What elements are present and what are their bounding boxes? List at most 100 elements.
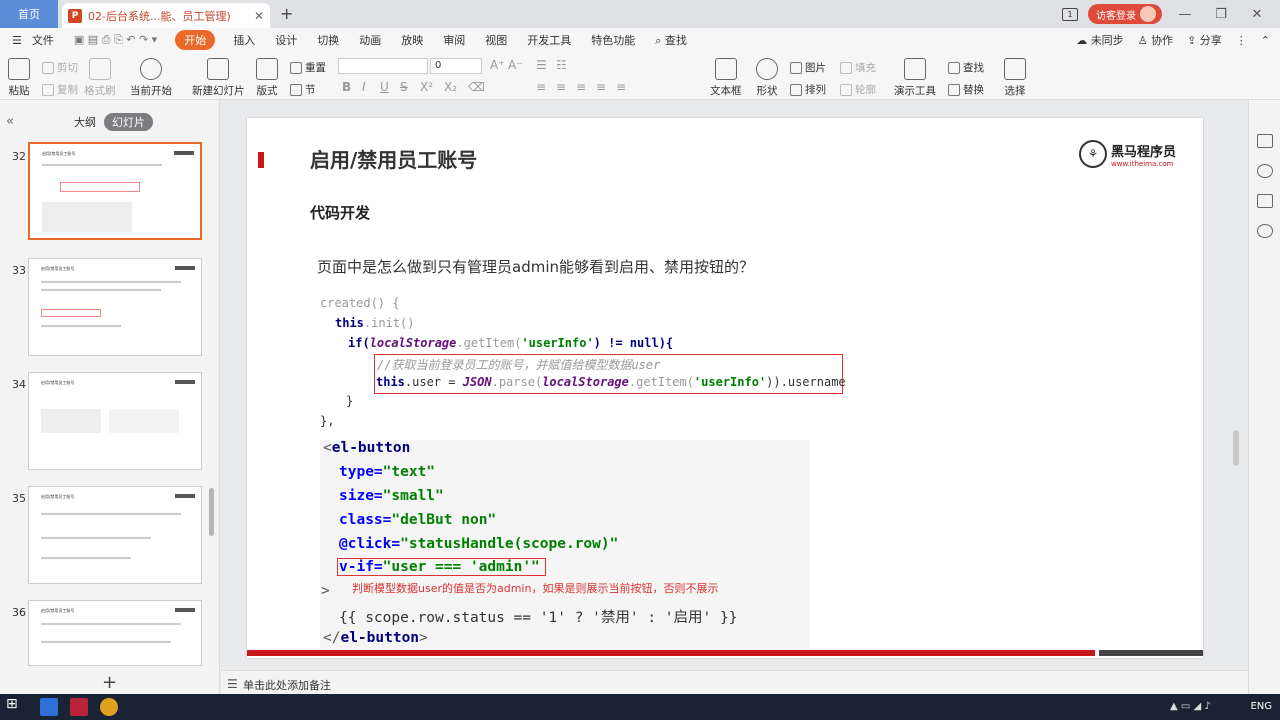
select-button[interactable]: 选择 bbox=[1004, 58, 1026, 98]
more-icon[interactable]: ⋮ bbox=[1236, 34, 1247, 47]
menu-design[interactable]: 设计 bbox=[265, 32, 307, 48]
notes-bar[interactable]: ☰ 单击此处添加备注 bbox=[221, 670, 1248, 694]
tab-document[interactable]: P 02-后台系统...能、员工管理) ✕ bbox=[62, 3, 270, 28]
textbox-button[interactable]: 文本框 bbox=[710, 58, 742, 98]
present-tool-button[interactable]: 演示工具 bbox=[894, 58, 936, 98]
sync-button[interactable]: ☁ 未同步 bbox=[1076, 32, 1124, 48]
outline-icon bbox=[840, 83, 852, 96]
code-token: "delBut non" bbox=[391, 512, 497, 528]
cloud-icon: ☁ bbox=[1076, 34, 1088, 47]
minimize-button[interactable]: — bbox=[1172, 7, 1198, 22]
panel-scrollbar[interactable] bbox=[209, 488, 214, 536]
subscript-button[interactable]: X₂ bbox=[444, 80, 457, 94]
new-tab-button[interactable]: + bbox=[280, 4, 293, 23]
replace-button[interactable]: 替换 bbox=[948, 82, 984, 97]
tray-icons[interactable]: ▲ ▭ ◢ ♪ bbox=[1170, 701, 1211, 712]
justify-icon[interactable]: ≡ bbox=[596, 80, 606, 94]
format-painter-button[interactable]: 格式刷 bbox=[84, 58, 116, 98]
slide-thumbnail-35[interactable]: 启用/禁用员工账号 bbox=[28, 486, 202, 584]
guest-login-button[interactable]: 访客登录 bbox=[1088, 4, 1162, 24]
outline-button[interactable]: 轮廓 bbox=[840, 82, 876, 97]
distribute-icon[interactable]: ≡ bbox=[616, 80, 626, 94]
cut-button[interactable]: 剪切 bbox=[42, 60, 78, 75]
code-token: this bbox=[376, 375, 405, 389]
taskbar-app-browser-icon[interactable] bbox=[100, 698, 118, 716]
align-right-icon[interactable]: ≡ bbox=[576, 80, 586, 94]
star-icon[interactable] bbox=[1257, 164, 1273, 178]
menu-animation[interactable]: 动画 bbox=[349, 32, 391, 48]
superscript-button[interactable]: X² bbox=[420, 80, 433, 94]
help-icon[interactable] bbox=[1257, 224, 1273, 238]
copy-button[interactable]: 复制 bbox=[42, 82, 78, 97]
taskbar-app-mail-icon[interactable] bbox=[40, 698, 58, 716]
numbering-icon[interactable]: ☷ bbox=[556, 58, 567, 72]
section-button[interactable]: 节 bbox=[290, 82, 316, 97]
find-label: 查找 bbox=[963, 62, 984, 74]
collab-button[interactable]: ♙ 协作 bbox=[1138, 32, 1173, 48]
new-slide-button[interactable]: 新建幻灯片 bbox=[192, 58, 245, 98]
layout-button[interactable]: 版式 bbox=[256, 58, 278, 98]
fill-button[interactable]: 填充 bbox=[840, 60, 876, 75]
menu-search-label: 查找 bbox=[664, 34, 687, 47]
clear-format-icon[interactable]: ⌫ bbox=[468, 80, 485, 94]
align-center-icon[interactable]: ≡ bbox=[556, 80, 566, 94]
tab-home[interactable]: 首页 bbox=[0, 0, 58, 28]
bullets-icon[interactable]: ☰ bbox=[536, 58, 547, 72]
menu-transition[interactable]: 切换 bbox=[307, 32, 349, 48]
menu-view[interactable]: 视图 bbox=[475, 32, 517, 48]
collapse-panel-icon[interactable]: « bbox=[6, 114, 14, 129]
menu-review[interactable]: 审阅 bbox=[433, 32, 475, 48]
menu-home[interactable]: 开始 bbox=[175, 30, 216, 50]
close-window-button[interactable]: ✕ bbox=[1244, 7, 1270, 22]
tab-outline[interactable]: 大纲 bbox=[74, 114, 96, 130]
paste-button[interactable]: 粘贴 bbox=[8, 58, 30, 98]
bold-button[interactable]: B bbox=[342, 80, 351, 94]
menu-file[interactable]: 文件 bbox=[32, 32, 64, 48]
add-slide-button[interactable]: + bbox=[102, 672, 117, 693]
share-label: 分享 bbox=[1199, 34, 1222, 47]
font-size-select[interactable]: 0 bbox=[430, 58, 482, 74]
hamburger-icon[interactable]: ☰ bbox=[0, 34, 32, 47]
quick-access-icons[interactable]: ▣ ▤ ⎙ ⎘ ↶ ↷ ▾ bbox=[64, 33, 167, 47]
title-bar: 首页 P 02-后台系统...能、员工管理) ✕ + 1 访客登录 — ❐ ✕ bbox=[0, 0, 1280, 28]
tab-slides[interactable]: 幻灯片 bbox=[104, 113, 153, 131]
restore-button[interactable]: ❐ bbox=[1208, 7, 1234, 22]
strike-button[interactable]: S bbox=[400, 80, 408, 94]
canvas-scrollbar[interactable] bbox=[1233, 430, 1239, 466]
shape-button[interactable]: 形状 bbox=[756, 58, 778, 98]
slide[interactable]: 启用/禁用员工账号 ⚘ 黑马程序员 www.itheima.com 代码开发 页… bbox=[247, 118, 1203, 658]
code-token: )).username bbox=[766, 375, 846, 389]
copy-panel-icon[interactable] bbox=[1257, 194, 1273, 208]
arrange-button[interactable]: 排列 bbox=[790, 82, 826, 97]
slide-thumbnail-32[interactable]: 启用/禁用员工账号 bbox=[28, 142, 202, 240]
taskbar-app-ide-icon[interactable] bbox=[70, 698, 88, 716]
menu-search[interactable]: ⌕ 查找 bbox=[645, 32, 697, 48]
slide-thumbnail-34[interactable]: 启用/禁用员工账号 bbox=[28, 372, 202, 470]
menu-developer[interactable]: 开发工具 bbox=[517, 32, 581, 48]
code-token: if( bbox=[348, 336, 370, 350]
slide-thumbnail-33[interactable]: 启用/禁用员工账号 bbox=[28, 258, 202, 356]
align-left-icon[interactable]: ≡ bbox=[536, 80, 546, 94]
settings-sliders-icon[interactable] bbox=[1257, 134, 1273, 148]
close-tab-icon[interactable]: ✕ bbox=[254, 9, 264, 23]
menu-slideshow[interactable]: 放映 bbox=[391, 32, 433, 48]
from-current-button[interactable]: 当前开始 bbox=[130, 58, 172, 98]
picture-button[interactable]: 图片 bbox=[790, 60, 826, 75]
collapse-ribbon-icon[interactable]: ⌃ bbox=[1261, 34, 1270, 47]
menu-features[interactable]: 特色功能 bbox=[581, 32, 645, 48]
reset-button[interactable]: 重置 bbox=[290, 60, 326, 75]
language-indicator[interactable]: ENG bbox=[1250, 701, 1272, 712]
grow-font-button[interactable]: A⁺ bbox=[490, 58, 505, 72]
font-family-select[interactable] bbox=[338, 58, 428, 74]
share-button[interactable]: ⇪ 分享 bbox=[1187, 32, 1222, 48]
code-line: size="small" bbox=[339, 488, 444, 504]
windows-start-icon[interactable]: ⊞ bbox=[6, 696, 24, 714]
window-count-icon[interactable]: 1 bbox=[1062, 7, 1078, 21]
italic-button[interactable]: I bbox=[362, 80, 366, 94]
slide-thumbnail-36[interactable]: 启用/禁用员工账号 bbox=[28, 600, 202, 666]
menu-insert[interactable]: 插入 bbox=[223, 32, 265, 48]
shrink-font-button[interactable]: A⁻ bbox=[508, 58, 523, 72]
code-line: type="text" bbox=[339, 464, 435, 480]
find-button[interactable]: 查找 bbox=[948, 60, 984, 75]
underline-button[interactable]: U bbox=[380, 80, 389, 94]
